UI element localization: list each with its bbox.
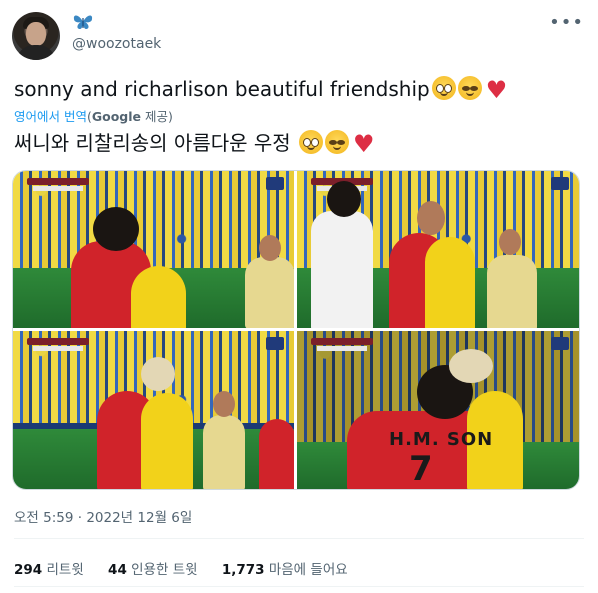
retweets-label: 리트윗 xyxy=(46,562,84,578)
divider xyxy=(14,586,584,587)
photo-1[interactable] xyxy=(13,171,294,328)
avatar[interactable] xyxy=(12,12,60,60)
photo-2[interactable] xyxy=(297,171,579,328)
red-heart-emoji: ♥ xyxy=(485,76,508,104)
retweets-count: 294 xyxy=(14,562,43,578)
photo-3[interactable] xyxy=(13,331,294,489)
engagement-stats: 294 리트윗 44 인용한 트윗 1,773 마음에 들어요 xyxy=(14,558,368,578)
translated-text-content: 써니와 리찰리송의 아름다운 우정 xyxy=(14,131,291,155)
likes-stat[interactable]: 1,773 마음에 들어요 xyxy=(222,562,348,578)
translation-notice[interactable]: 영어에서 번역(Google 제공) xyxy=(14,106,173,125)
jersey-number: 7 xyxy=(409,449,433,489)
red-heart-emoji: ♥ xyxy=(353,130,375,158)
translated-text: 써니와 리찰리송의 아름다운 우정 ♥ xyxy=(14,130,375,157)
author-handle[interactable]: @woozotaek xyxy=(72,36,161,52)
translate-suffix: 제공) xyxy=(141,109,173,124)
relieved-face-emoji xyxy=(457,76,482,100)
pleading-face-emoji xyxy=(431,76,456,100)
quotes-count: 44 xyxy=(108,562,127,578)
tweet-timestamp[interactable]: 오전 5:59 · 2022년 12월 6일 xyxy=(14,506,192,526)
more-options-icon[interactable]: ••• xyxy=(549,12,584,33)
translate-prefix[interactable]: 영어에서 번역 xyxy=(14,109,87,124)
tweet-text: sonny and richarlison beautiful friendsh… xyxy=(14,76,507,103)
likes-label: 마음에 들어요 xyxy=(268,562,348,578)
photo-4[interactable]: H.M. SON 7 xyxy=(297,331,579,489)
relieved-face-emoji xyxy=(325,130,350,154)
google-logo: Google xyxy=(91,109,142,124)
jersey-name: H.M. SON xyxy=(389,429,494,450)
pleading-face-emoji xyxy=(299,130,324,154)
retweets-stat[interactable]: 294 리트윗 xyxy=(14,562,84,578)
butterfly-icon xyxy=(73,15,93,29)
quotes-stat[interactable]: 44 인용한 트윗 xyxy=(108,562,198,578)
likes-count: 1,773 xyxy=(221,562,265,578)
quotes-label: 인용한 트윗 xyxy=(131,562,198,578)
tweet-text-content: sonny and richarlison beautiful friendsh… xyxy=(14,77,430,101)
media-grid: H.M. SON 7 xyxy=(12,170,580,490)
divider xyxy=(14,538,584,539)
